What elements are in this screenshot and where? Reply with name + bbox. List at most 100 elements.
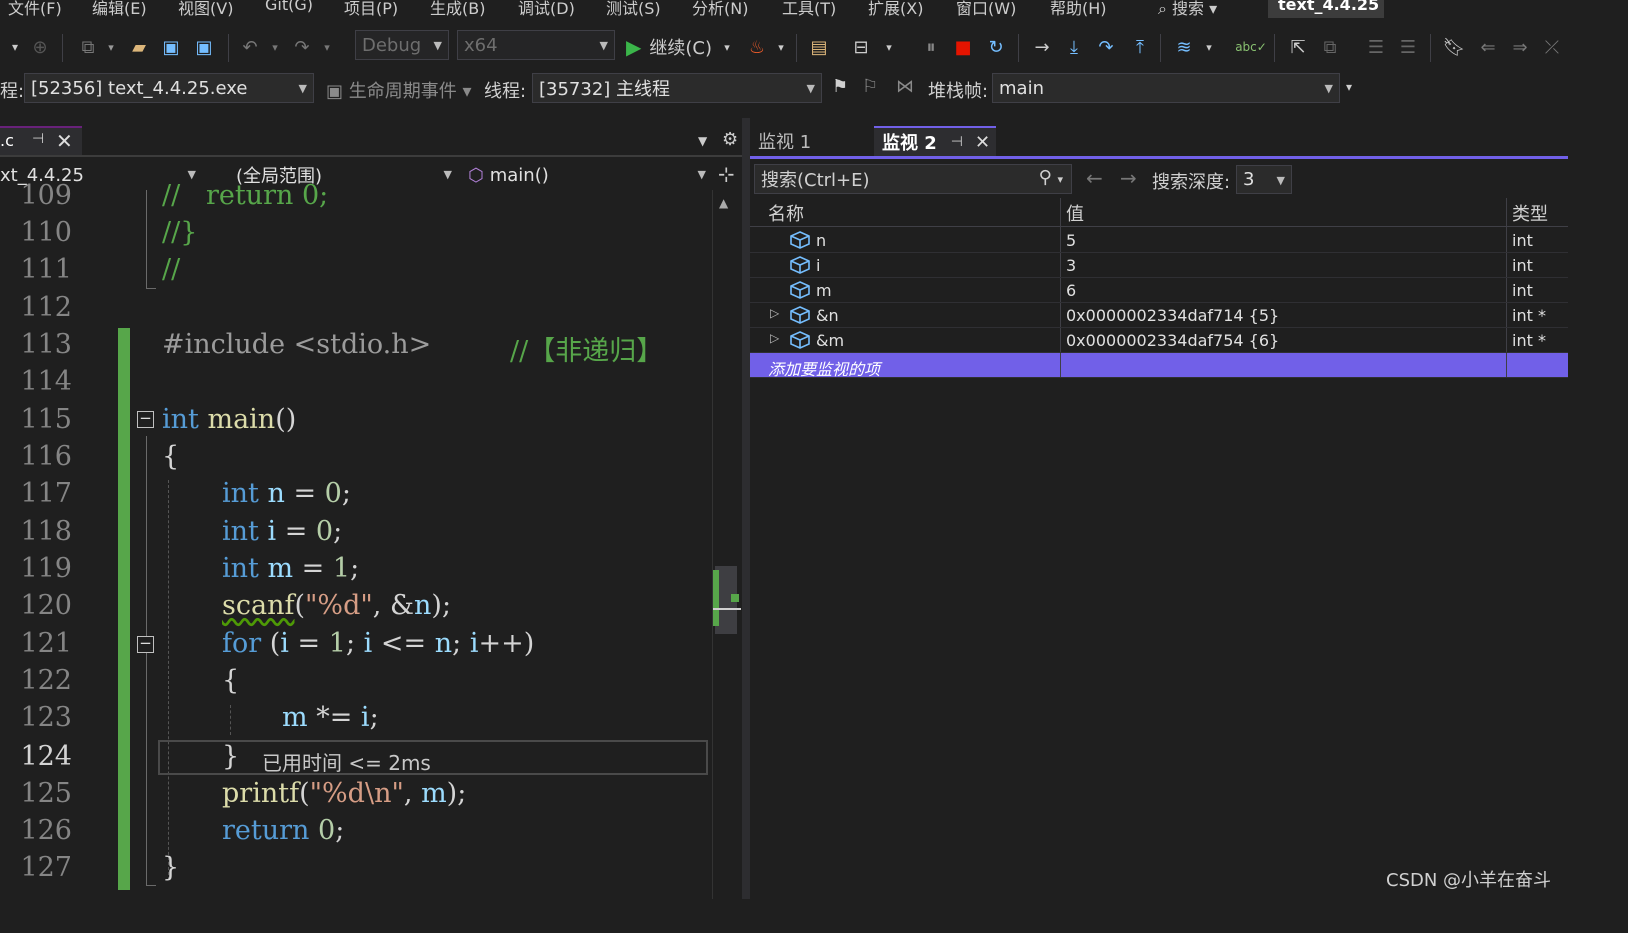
toggle-external-icon[interactable]: ⋈ (896, 76, 914, 97)
undo-icon[interactable]: ↶ (236, 34, 264, 60)
watch-search-input[interactable]: 搜索(Ctrl+E) ⚲ ▾ (754, 164, 1072, 194)
continue-dropdown-icon[interactable]: ▾ (720, 34, 734, 60)
tab-list-dropdown-icon[interactable]: ▼ (698, 134, 707, 148)
continue-button[interactable]: ▶ 继续(C) (626, 34, 730, 60)
stack-frame-select[interactable]: main ▼ (992, 73, 1340, 103)
save-all-icon[interactable]: ▣ (190, 34, 218, 60)
show-next-statement-icon[interactable]: → (1028, 34, 1056, 60)
column-type-header[interactable]: 类型 (1512, 200, 1548, 226)
toolbar: ▾ ⊕ ⧉ ▾ ▰ ▣ ▣ ↶ ▾ ↷ ▾ Debug ▼ x64 ▼ ▶ 继续(C)… (0, 26, 1568, 70)
open-folder-icon[interactable]: ▰ (126, 34, 152, 60)
restart-icon[interactable]: ↻ (982, 34, 1010, 60)
pin-icon[interactable]: ⊣ (32, 131, 44, 147)
toolbar-separator (228, 34, 229, 62)
tab-watch-2[interactable]: 监视 2 ⊣ ✕ (874, 126, 996, 156)
indent-icon[interactable]: ☰ (1362, 34, 1390, 60)
watch-row[interactable]: ▷ &n 0x0000002334daf714 {5} int * (750, 303, 1568, 328)
gear-icon[interactable]: ⚙ (722, 129, 738, 150)
watch-row[interactable]: n 5 int (750, 228, 1568, 253)
editor-tab[interactable]: .c ⊣ ✕ (0, 126, 82, 156)
watch-row-value[interactable]: 5 (1066, 231, 1076, 250)
tab-watch-1[interactable]: 监视 1 (750, 126, 870, 156)
menu-edit[interactable]: 编辑(E) (92, 0, 147, 18)
watch-row-value[interactable]: 3 (1066, 256, 1076, 275)
spell-check-icon[interactable]: abc✓ (1235, 34, 1267, 60)
watch-row-value[interactable]: 0x0000002334daf754 {6} (1066, 331, 1279, 350)
undo-dropdown-icon[interactable]: ▾ (268, 34, 282, 60)
expand-arrow-icon[interactable]: ▷ (770, 331, 779, 345)
save-icon[interactable]: ▣ (158, 34, 184, 60)
pin-icon[interactable]: ⊣ (951, 134, 963, 150)
watch-row-value[interactable]: 6 (1066, 281, 1076, 300)
toolbar-separator (1018, 34, 1019, 62)
menu-extensions[interactable]: 扩展(X) (868, 0, 923, 18)
thread-select[interactable]: [35732] 主线程 ▼ (532, 73, 822, 103)
select-pointer-icon[interactable]: ⇱ (1284, 34, 1312, 60)
folder-view-icon[interactable]: ▤ (806, 34, 832, 60)
hot-reload-dropdown-icon[interactable]: ▾ (774, 34, 788, 60)
diagnostics-dropdown-icon[interactable]: ▾ (1202, 34, 1216, 60)
bookmark-icon[interactable]: 🔖︎ (1440, 34, 1468, 60)
overflow-icon[interactable]: ▾ (1346, 80, 1352, 94)
menu-tools[interactable]: 工具(T) (782, 0, 836, 18)
process-select[interactable]: [52356] text_4.4.25.exe ▼ (24, 73, 314, 103)
new-project-icon[interactable]: ⧉ (74, 34, 102, 60)
clear-bookmarks-icon[interactable]: ⤫ (1538, 34, 1566, 60)
global-search[interactable]: ⌕ 搜索 ▾ (1158, 0, 1217, 18)
window-layout-icon[interactable]: ⊟ (848, 34, 874, 60)
redo-icon[interactable]: ↷ (288, 34, 316, 60)
flag-all-icon[interactable]: ⚐ (862, 76, 878, 97)
lifecycle-events[interactable]: ▣ 生命周期事件 ▾ (326, 77, 472, 103)
config-select[interactable]: Debug ▼ (355, 30, 449, 60)
prev-bookmark-icon[interactable]: ⇐ (1474, 34, 1502, 60)
next-bookmark-icon[interactable]: ⇒ (1506, 34, 1534, 60)
scroll-up-icon[interactable]: ▲ (719, 196, 728, 210)
menu-debug[interactable]: 调试(D) (518, 0, 575, 18)
search-back-icon[interactable]: ← (1086, 166, 1103, 190)
step-over-icon[interactable]: ↷ (1092, 34, 1120, 60)
menu-file[interactable]: 文件(F) (8, 0, 62, 18)
column-value-header[interactable]: 值 (1066, 200, 1084, 226)
stop-icon[interactable]: ■ (950, 34, 976, 60)
hot-reload-icon[interactable]: ♨ (744, 34, 770, 60)
search-depth-select[interactable]: 3 ▼ (1236, 165, 1292, 194)
diagnostics-icon[interactable]: ≋ (1170, 34, 1198, 60)
outdent-icon[interactable]: ☰ (1394, 34, 1422, 60)
menu-analyze[interactable]: 分析(N) (692, 0, 748, 18)
variable-icon (790, 331, 810, 349)
close-icon[interactable]: ✕ (975, 132, 990, 153)
close-icon[interactable]: ✕ (56, 129, 73, 153)
add-watch-placeholder[interactable]: 添加要监视的项 (768, 356, 880, 380)
editor-scrollbar[interactable]: ▲ (712, 190, 743, 899)
copy-disabled-icon[interactable]: ⧉ (1316, 34, 1344, 60)
pause-icon[interactable]: ⏸ (918, 34, 944, 60)
platform-select[interactable]: x64 ▼ (457, 30, 615, 60)
new-dropdown-icon[interactable]: ▾ (104, 34, 118, 60)
watch-row[interactable]: m 6 int (750, 278, 1568, 303)
step-out-icon[interactable]: ⤒ (1126, 34, 1154, 60)
step-into-icon[interactable]: ⤓ (1060, 34, 1088, 60)
line-number: 118 (20, 516, 72, 547)
search-forward-icon[interactable]: → (1120, 166, 1137, 190)
column-name-header[interactable]: 名称 (768, 200, 804, 226)
forward-icon[interactable]: ⊕ (28, 34, 52, 60)
watch-row[interactable]: i 3 int (750, 253, 1568, 278)
expand-arrow-icon[interactable]: ▷ (770, 306, 779, 320)
menu-project[interactable]: 项目(P) (344, 0, 398, 18)
nav-dropdown-icon[interactable]: ▾ (6, 34, 24, 60)
layout-dropdown-icon[interactable]: ▾ (882, 34, 896, 60)
watch-row[interactable]: ▷ &m 0x0000002334daf754 {6} int * (750, 328, 1568, 353)
menu-window[interactable]: 窗口(W) (956, 0, 1016, 18)
menu-view[interactable]: 视图(V) (178, 0, 233, 18)
menu-build[interactable]: 生成(B) (430, 0, 485, 18)
split-editor-icon[interactable]: ⊹ (718, 162, 735, 186)
line-text: { (162, 441, 180, 472)
watch-row-value[interactable]: 0x0000002334daf714 {5} (1066, 306, 1279, 325)
panel-splitter[interactable] (742, 118, 750, 899)
add-watch-row[interactable]: 添加要监视的项 (750, 353, 1568, 380)
menu-test[interactable]: 测试(S) (606, 0, 661, 18)
menu-git[interactable]: Git(G) (265, 0, 313, 14)
flag-thread-icon[interactable]: ⚑ (832, 76, 848, 97)
redo-dropdown-icon[interactable]: ▾ (320, 34, 334, 60)
menu-help[interactable]: 帮助(H) (1050, 0, 1107, 18)
